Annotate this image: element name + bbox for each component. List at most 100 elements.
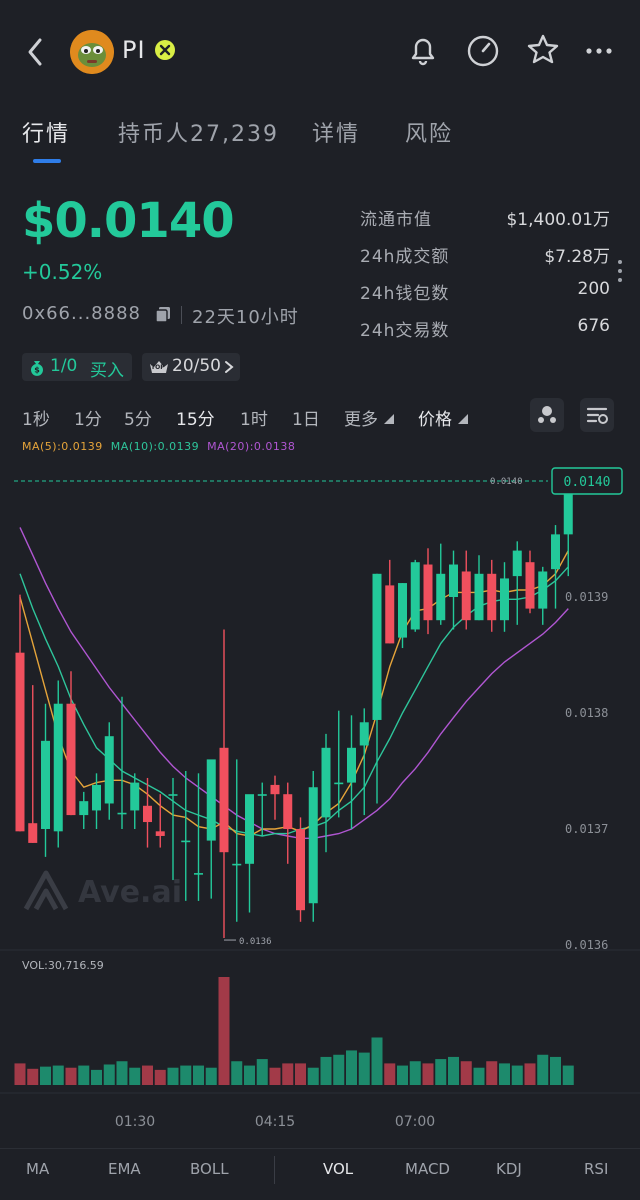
timeframe-1h[interactable]: 1时 xyxy=(240,405,268,430)
indicator-boll[interactable]: BOLL xyxy=(190,1160,229,1178)
ma-legend: MA(5):0.0139 MA(10):0.0139 MA(20):0.0138 xyxy=(22,440,295,453)
indicator-macd[interactable]: MACD xyxy=(405,1160,450,1178)
indicator-ma[interactable]: MA xyxy=(26,1160,49,1178)
token-age: 22天10小时 xyxy=(192,307,299,328)
candle-body xyxy=(143,805,152,823)
timeframe-1m[interactable]: 1分 xyxy=(74,405,102,430)
stat-label-market-cap: 流通市值 xyxy=(360,210,432,230)
volume-bar xyxy=(154,1069,166,1085)
top-holders-value: 20/50 xyxy=(172,356,221,376)
volume-bar xyxy=(231,1061,243,1085)
indicator-rsi[interactable]: RSI xyxy=(584,1160,608,1178)
tab-market[interactable]: 行情 xyxy=(22,116,70,148)
gauge-icon[interactable] xyxy=(463,30,503,70)
candle-body xyxy=(168,794,178,796)
candle-body xyxy=(270,784,280,795)
candle-body xyxy=(385,585,395,644)
volume-bar xyxy=(269,1067,281,1085)
volume-bar xyxy=(499,1063,510,1085)
watermark-text: Ave.ai xyxy=(78,875,182,910)
ma10-legend: MA(10):0.0139 xyxy=(110,440,200,453)
bell-icon[interactable] xyxy=(403,30,443,70)
candle-body xyxy=(449,564,458,597)
volume-bar xyxy=(409,1061,421,1085)
volume-bar xyxy=(78,1065,90,1085)
volume-bar xyxy=(167,1067,179,1085)
ma5-line xyxy=(19,550,569,837)
indicator-kdj[interactable]: KDJ xyxy=(496,1160,522,1178)
volume-bar xyxy=(129,1067,141,1085)
price-change: +0.52% xyxy=(22,260,103,284)
timeframe-5m[interactable]: 5分 xyxy=(124,405,152,430)
back-icon[interactable] xyxy=(22,32,48,72)
candle-body xyxy=(500,578,509,621)
buy-pill[interactable]: $ 1/0 买入 xyxy=(22,353,132,381)
buy-ratio: 1/0 xyxy=(50,356,78,376)
candle-body xyxy=(487,573,497,621)
volume-bar xyxy=(358,1052,370,1085)
star-icon[interactable] xyxy=(523,30,563,70)
candle-body xyxy=(130,782,140,811)
divider xyxy=(181,306,182,324)
copy-icon[interactable] xyxy=(154,305,172,323)
candle-body xyxy=(512,550,522,577)
volume-bar xyxy=(320,1056,332,1085)
candle-body xyxy=(283,794,293,829)
candle-body xyxy=(155,831,165,836)
candle-body xyxy=(194,873,203,875)
frog-logo-icon xyxy=(70,30,114,74)
candle-body xyxy=(15,652,25,832)
volume-bar xyxy=(550,1056,561,1085)
volume-label: VOL:30,716.59 xyxy=(22,959,104,972)
tab-holders[interactable]: 持币人27,239 xyxy=(118,116,279,148)
candle-body xyxy=(410,562,420,630)
volume-bar xyxy=(473,1067,485,1085)
indicator-ema[interactable]: EMA xyxy=(108,1160,141,1178)
ma5-legend: MA(5):0.0139 xyxy=(22,440,103,453)
timeframe-more[interactable]: 更多 xyxy=(344,405,378,430)
tab-risk[interactable]: 风险 xyxy=(405,116,453,148)
timeframe-15m[interactable]: 15分 xyxy=(176,405,215,430)
divider xyxy=(0,1148,640,1149)
time-axis-label: 01:30 xyxy=(115,1114,155,1130)
candle-body xyxy=(53,703,63,832)
stat-value-24h-wallets: 200 xyxy=(577,279,610,299)
ma10-line xyxy=(19,566,569,837)
trade-markers-toggle[interactable] xyxy=(530,398,564,432)
vertical-more-icon[interactable] xyxy=(616,258,624,284)
candle-body xyxy=(359,722,369,746)
dots-icon xyxy=(538,406,556,423)
more-icon[interactable] xyxy=(580,30,620,70)
chevron-right-icon xyxy=(225,361,234,373)
candlestick-chart[interactable]: Ave.ai 0.0139 0.0138 0.0137 0.0136 0.0140 0.0… xyxy=(0,455,640,1145)
candle-body xyxy=(66,703,76,816)
volume-bar xyxy=(511,1065,523,1085)
volume-bar xyxy=(180,1065,192,1085)
indicator-vol[interactable]: VOL xyxy=(323,1160,353,1178)
candle-body xyxy=(436,573,446,621)
volume-bar xyxy=(91,1069,102,1085)
candle-body xyxy=(296,829,305,911)
token-name: PI xyxy=(122,36,146,64)
candle-body xyxy=(219,747,229,853)
candle-body xyxy=(104,736,114,804)
time-axis-label: 04:15 xyxy=(255,1114,295,1130)
candle-body xyxy=(551,534,560,570)
active-tab-indicator xyxy=(33,159,61,163)
candle-body xyxy=(245,794,254,864)
top-holders-pill[interactable]: TOP 20/50 xyxy=(142,353,240,381)
candle-body xyxy=(334,782,344,785)
token-avatar xyxy=(70,30,114,74)
volume-bar xyxy=(116,1061,128,1085)
stat-value-market-cap: $1,400.01万 xyxy=(506,210,610,230)
volume-bar xyxy=(333,1054,345,1085)
timeframe-1d[interactable]: 1日 xyxy=(292,405,320,430)
chart-settings-button[interactable] xyxy=(580,398,614,432)
price-mode-selector[interactable]: 价格 xyxy=(418,405,452,430)
tab-details[interactable]: 详情 xyxy=(312,116,360,148)
candle-body xyxy=(181,840,191,843)
volume-bar xyxy=(27,1068,39,1085)
volume-bar xyxy=(460,1061,472,1085)
timeframe-1s[interactable]: 1秒 xyxy=(22,405,50,430)
dropdown-triangle-icon xyxy=(384,414,394,424)
